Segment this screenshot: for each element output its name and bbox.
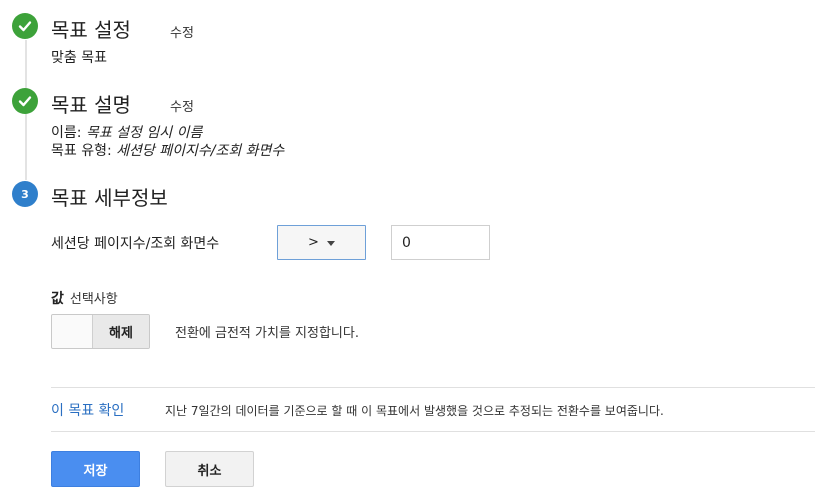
pages-per-session-label: 세션당 페이지수/조회 화면수	[51, 236, 220, 252]
threshold-value-input[interactable]	[391, 225, 490, 260]
checkmark-icon	[12, 88, 38, 114]
step-1-edit-link[interactable]: 수정	[170, 22, 194, 41]
value-description: 전환에 금전적 가치를 지정합니다.	[175, 326, 359, 341]
step-3-number-badge: 3	[12, 181, 38, 207]
verify-description: 지난 7일간의 데이터를 기준으로 할 때 이 목표에서 발생했을 것으로 추정…	[165, 404, 664, 418]
summary-value: 목표 설정 임시 이름	[85, 125, 203, 141]
step-2-title: 목표 설명	[51, 93, 131, 117]
save-button[interactable]: 저장	[51, 451, 140, 487]
step-2-name-line: 이름: 목표 설정 임시 이름	[51, 124, 202, 142]
step-1-summary: 맞춤 목표	[51, 50, 107, 66]
cancel-button[interactable]: 취소	[165, 451, 254, 487]
value-heading-label: 값	[51, 291, 64, 307]
step-1-title: 목표 설정	[51, 18, 131, 42]
summary-value: 세션당 페이지수/조회 화면수	[116, 143, 285, 159]
value-heading: 값 선택사항	[51, 288, 118, 308]
checkmark-icon	[12, 13, 38, 39]
step-3-title: 목표 세부정보	[51, 186, 168, 210]
toggle-knob	[52, 315, 93, 348]
optional-label: 선택사항	[69, 292, 118, 307]
step-2-type-line: 목표 유형: 세션당 페이지수/조회 화면수	[51, 142, 284, 160]
summary-label: 목표 유형:	[51, 143, 117, 159]
divider	[51, 431, 815, 432]
divider	[51, 387, 815, 388]
toggle-state-label: 해제	[93, 315, 149, 348]
value-toggle[interactable]: 해제	[51, 314, 150, 349]
comparison-operator-select[interactable]: >	[277, 225, 366, 260]
step-2-edit-link[interactable]: 수정	[170, 96, 194, 115]
comparison-operator-value: >	[308, 235, 319, 250]
summary-label: 이름:	[51, 125, 86, 141]
caret-down-icon	[326, 241, 335, 246]
verify-goal-link[interactable]: 이 목표 확인	[51, 400, 124, 420]
